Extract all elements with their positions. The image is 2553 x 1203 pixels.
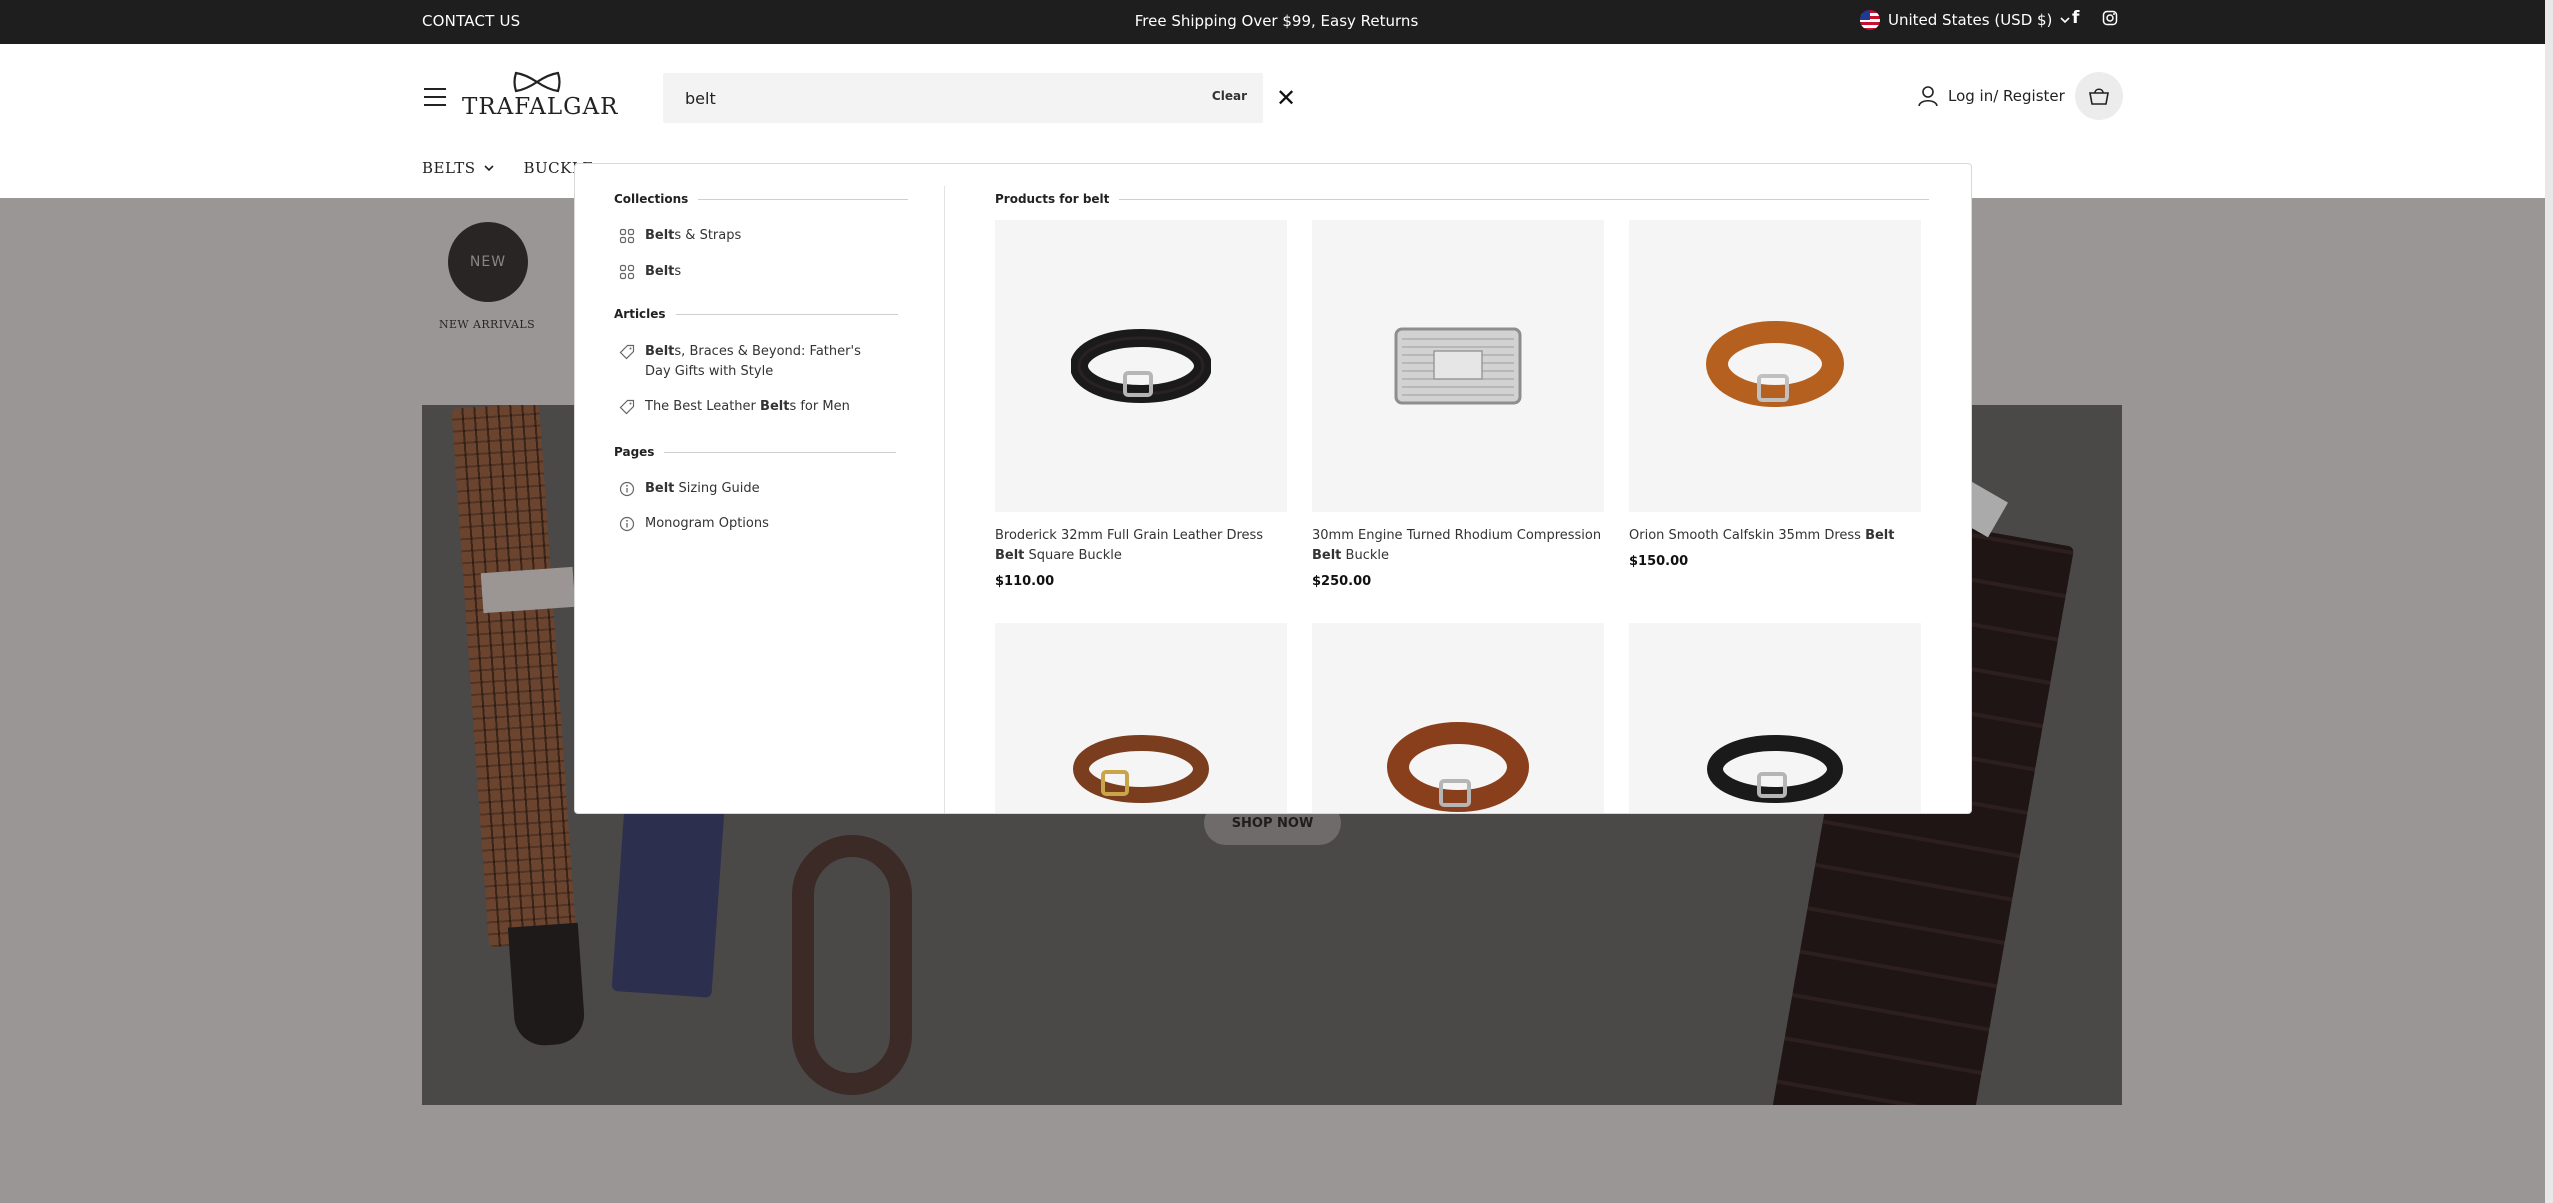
country-selector-label: United States (USD $)	[1888, 11, 2053, 29]
bow-tie-logo-icon	[513, 71, 561, 93]
promo-text: Free Shipping Over $99, Easy Returns	[1134, 12, 1419, 30]
product-card[interactable]	[1629, 623, 1921, 813]
clear-search-button[interactable]: Clear	[1212, 89, 1247, 103]
collection-result[interactable]: Belts & Straps	[619, 226, 741, 246]
collections-heading: Collections	[614, 192, 909, 206]
brown-belt-image	[1073, 735, 1209, 803]
column-divider	[944, 186, 945, 813]
article-result[interactable]: Belts, Braces & Beyond: Father's Day Gif…	[619, 342, 889, 382]
collection-result[interactable]: Belts	[619, 262, 681, 282]
brown-brace-image	[451, 405, 577, 948]
close-search-icon[interactable]: ✕	[1276, 86, 1296, 110]
title-bold: Belt	[995, 548, 1025, 563]
match-rest: s, Braces & Beyond: Father's Day Gifts w…	[645, 344, 861, 379]
main-nav: BELTS BUCKLE	[422, 159, 594, 177]
product-price: $250.00	[1312, 574, 1372, 589]
brace-loop-image	[792, 835, 912, 1095]
title-rest: Buckle	[1341, 548, 1389, 563]
black-belt-image	[1707, 735, 1843, 803]
login-register-link[interactable]: Log in/ Register	[1918, 85, 2065, 107]
announcement-bar: CONTACT US Free Shipping Over $99, Easy …	[0, 0, 2553, 44]
product-image	[995, 220, 1287, 512]
match-rest: s	[674, 264, 682, 279]
product-card[interactable]: Orion Smooth Calfskin 35mm Dress Belt $1…	[1629, 220, 1921, 569]
product-image	[1629, 220, 1921, 512]
pages-title: Pages	[614, 445, 655, 459]
product-title: Orion Smooth Calfskin 35mm Dress Belt	[1629, 526, 1921, 546]
product-title: 30mm Engine Turned Rhodium Compression B…	[1312, 526, 1604, 566]
login-label: Log in/ Register	[1948, 87, 2065, 105]
product-card[interactable]: 30mm Engine Turned Rhodium Compression B…	[1312, 220, 1604, 589]
grid-icon	[619, 228, 635, 244]
title-bold: Belt	[1312, 548, 1342, 563]
shopping-bag-icon	[2089, 88, 2109, 105]
articles-title: Articles	[614, 307, 666, 321]
cart-button[interactable]	[2075, 72, 2123, 120]
new-badge-text: NEW	[469, 254, 507, 270]
rhodium-buckle-image	[1394, 327, 1522, 405]
black-belt-image	[1071, 329, 1211, 403]
title-rest: Square Buckle	[1024, 548, 1122, 563]
products-title: Products for belt	[995, 192, 1110, 206]
facebook-icon[interactable]: f	[2072, 8, 2079, 28]
site-logo[interactable]: TRAFALGAR	[462, 70, 619, 120]
product-image	[1312, 623, 1604, 813]
match-rest: s for Men	[789, 399, 850, 414]
info-icon	[619, 481, 635, 497]
page-result[interactable]: Belt Sizing Guide	[619, 479, 760, 499]
instagram-icon[interactable]	[2102, 10, 2118, 26]
match-bold: Belt	[645, 344, 675, 359]
search-input[interactable]	[685, 73, 1165, 123]
product-image	[1312, 220, 1604, 512]
product-card[interactable]	[995, 623, 1287, 813]
user-icon	[1918, 86, 1938, 107]
match-pre: The Best Leather	[645, 399, 761, 414]
match-rest: Sizing Guide	[674, 481, 760, 496]
tag-icon	[619, 344, 635, 360]
brace-leather-tab-image	[507, 922, 587, 1048]
menu-icon[interactable]	[424, 88, 446, 106]
page-scrollbar[interactable]	[2545, 0, 2553, 1203]
search-results-dropdown: Collections Belts & Straps Belts Article…	[574, 163, 1972, 814]
match-rest: s & Straps	[674, 228, 742, 243]
product-image	[995, 623, 1287, 813]
logo-wordmark: TRAFALGAR	[462, 94, 619, 120]
page-result[interactable]: Monogram Options	[619, 514, 769, 534]
nav-item-belts[interactable]: BELTS	[422, 159, 494, 177]
chevron-down-icon	[483, 165, 494, 172]
title-bold: Belt	[1865, 528, 1895, 543]
article-result[interactable]: The Best Leather Belts for Men	[619, 397, 850, 417]
match-pre: Monogram Options	[645, 516, 769, 531]
product-card[interactable]: Broderick 32mm Full Grain Leather Dress …	[995, 220, 1287, 589]
title-pre: Broderick 32mm Full Grain Leather Dress	[995, 528, 1264, 543]
products-heading: Products for belt	[995, 192, 1930, 206]
chevron-down-icon	[2060, 17, 2070, 24]
country-selector[interactable]: United States (USD $)	[1860, 10, 2070, 30]
search-bar: Clear	[663, 73, 1263, 123]
product-card[interactable]	[1312, 623, 1604, 813]
new-arrivals-label[interactable]: NEW ARRIVALS	[422, 318, 552, 331]
product-price: $110.00	[995, 574, 1055, 589]
title-pre: 30mm Engine Turned Rhodium Compression	[1312, 528, 1602, 543]
product-price: $150.00	[1629, 554, 1689, 569]
grid-icon	[619, 264, 635, 280]
nav-item-label: BELTS	[422, 159, 476, 177]
tag-icon	[619, 399, 635, 415]
brace-slider-image	[480, 566, 576, 614]
match-bold: Belt	[645, 264, 675, 279]
match-bold: Belt	[645, 481, 675, 496]
pages-heading: Pages	[614, 445, 897, 459]
title-pre: Orion Smooth Calfskin 35mm Dress	[1629, 528, 1866, 543]
info-icon	[619, 516, 635, 532]
tan-belt-image	[1706, 321, 1844, 407]
articles-heading: Articles	[614, 307, 898, 321]
match-bold: Belt	[760, 399, 790, 414]
us-flag-icon	[1860, 10, 1880, 30]
chestnut-belt-image	[1387, 722, 1529, 812]
new-arrivals-badge[interactable]: NEW	[448, 222, 528, 302]
product-image	[1629, 623, 1921, 813]
product-title: Broderick 32mm Full Grain Leather Dress …	[995, 526, 1287, 566]
match-bold: Belt	[645, 228, 675, 243]
collections-title: Collections	[614, 192, 689, 206]
